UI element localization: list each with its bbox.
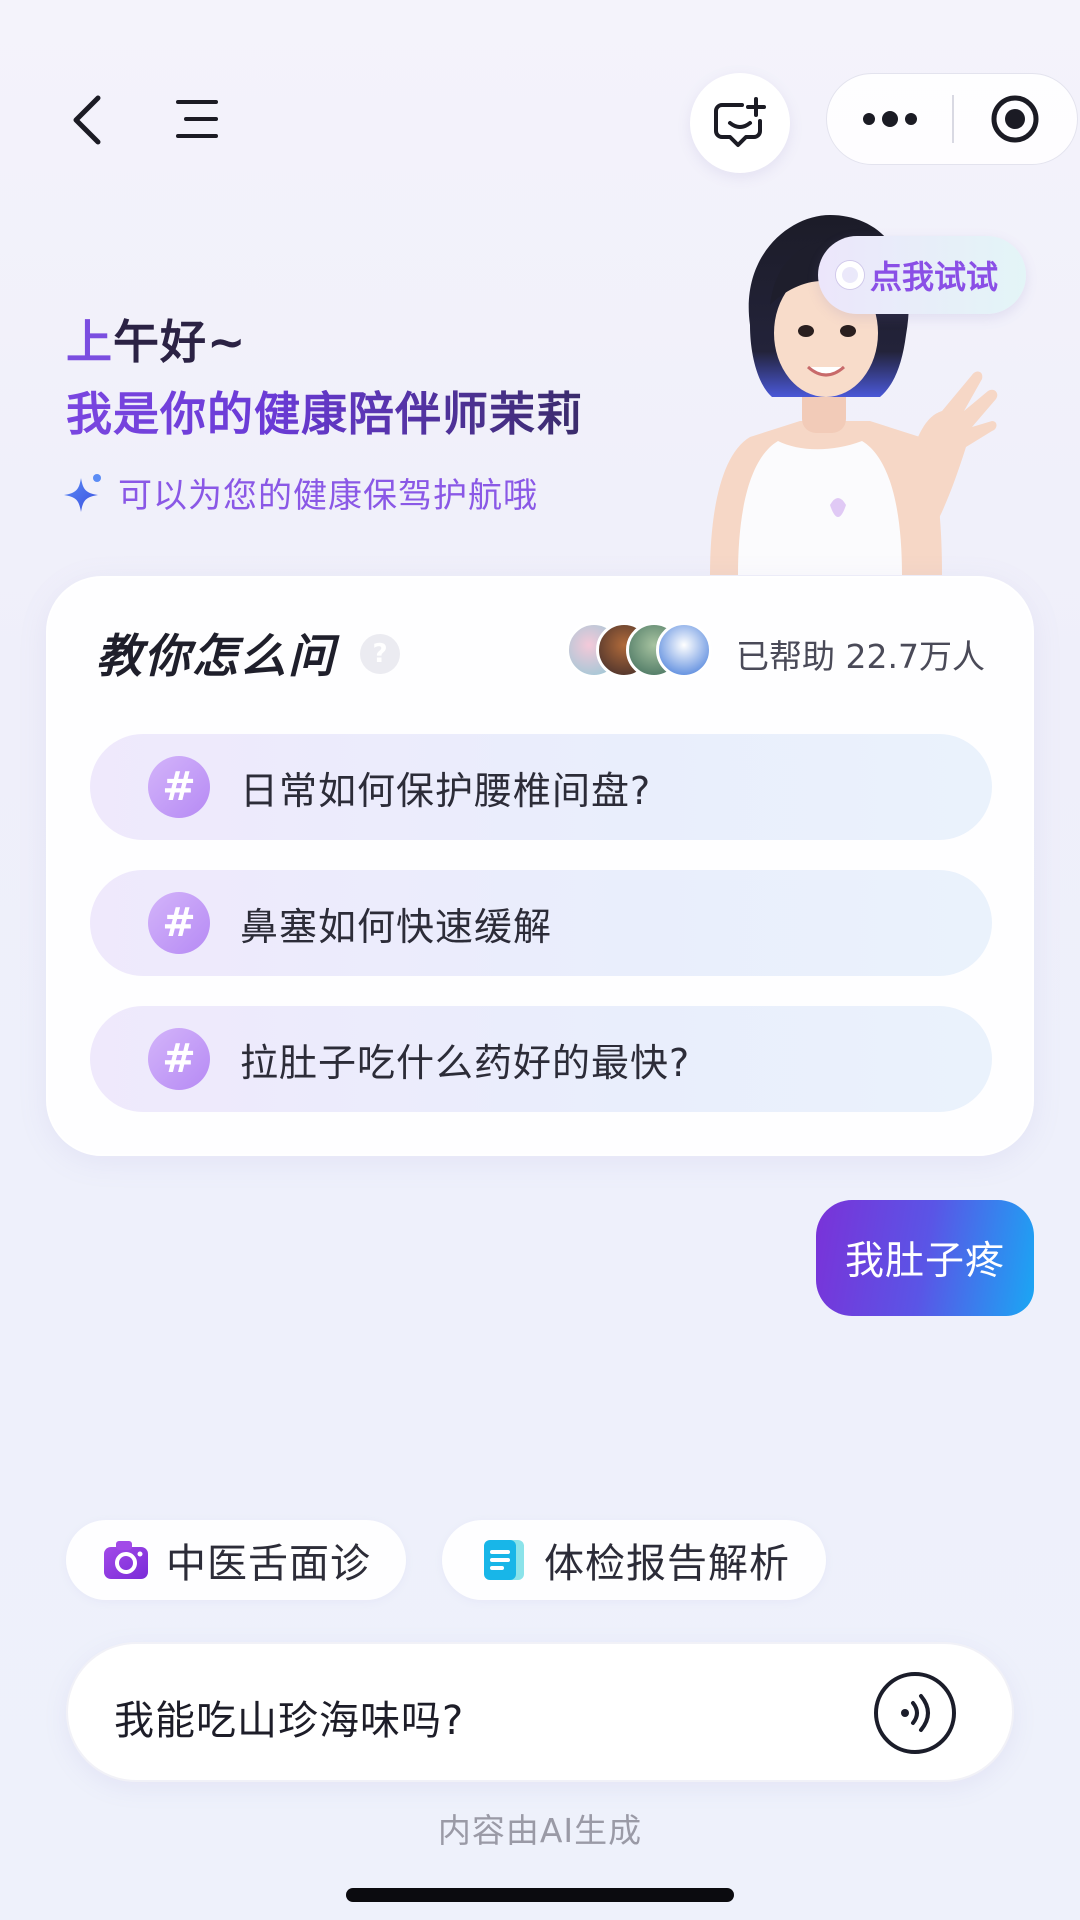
message-input[interactable]: 我能吃山珍海味吗? xyxy=(114,1688,464,1746)
tongue-face-diagnosis-label: 中医舌面诊 xyxy=(166,1541,371,1587)
help-icon[interactable]: ? xyxy=(360,634,400,674)
checkup-report-analysis-label: 体检报告解析 xyxy=(544,1541,790,1587)
helped-users-avatars xyxy=(566,622,716,678)
user-avatar xyxy=(656,622,712,678)
greeting-title: 上午好~ xyxy=(66,306,247,372)
mini-program-capsule xyxy=(826,73,1078,165)
more-dots-icon xyxy=(862,111,917,127)
more-button[interactable] xyxy=(827,74,952,164)
report-icon xyxy=(484,1540,524,1580)
suggested-question-text: 日常如何保护腰椎间盘? xyxy=(240,768,652,813)
hash-icon: # xyxy=(148,756,210,818)
assistant-intro: 我是你的健康陪伴师茉莉 xyxy=(66,378,583,444)
ring-icon xyxy=(836,261,864,289)
new-chat-icon xyxy=(714,97,766,147)
voice-waves-icon xyxy=(901,1694,930,1732)
helped-count: 已帮助 22.7万人 xyxy=(736,637,985,676)
try-me-button[interactable]: 点我试试 xyxy=(818,236,1026,314)
message-input-bar: 我能吃山珍海味吗? xyxy=(66,1642,1014,1782)
sparkle-icon xyxy=(64,473,101,512)
chevron-left-icon xyxy=(73,95,101,145)
suggested-question[interactable]: # 日常如何保护腰椎间盘? xyxy=(90,734,992,840)
greeting-subtitle-row: 可以为您的健康保驾护航哦 xyxy=(64,468,538,517)
voice-input-button[interactable] xyxy=(874,1672,956,1754)
menu-button[interactable] xyxy=(174,96,220,142)
close-mini-program-button[interactable] xyxy=(954,74,1077,164)
checkup-report-analysis-button[interactable]: 体检报告解析 xyxy=(442,1520,826,1600)
greeting-accent-char: 上 xyxy=(66,315,113,369)
card-title: 教你怎么问 xyxy=(96,629,336,683)
suggested-question-text: 鼻塞如何快速缓解 xyxy=(240,904,553,949)
suggested-question[interactable]: # 鼻塞如何快速缓解 xyxy=(90,870,992,976)
try-me-label: 点我试试 xyxy=(870,258,999,296)
suggested-question[interactable]: # 拉肚子吃什么药好的最快? xyxy=(90,1006,992,1112)
hamburger-icon xyxy=(176,100,218,138)
home-indicator[interactable] xyxy=(346,1888,734,1902)
target-icon xyxy=(991,95,1039,143)
tongue-face-diagnosis-button[interactable]: 中医舌面诊 xyxy=(66,1520,406,1600)
user-message-bubble: 我肚子疼 xyxy=(816,1200,1034,1316)
back-button[interactable] xyxy=(66,92,110,148)
greeting-subtitle: 可以为您的健康保驾护航哦 xyxy=(118,476,538,516)
suggested-question-text: 拉肚子吃什么药好的最快? xyxy=(240,1040,691,1085)
ask-guide-card: 教你怎么问 ? 已帮助 22.7万人 # 日常如何保护腰椎间盘? # 鼻塞如何快… xyxy=(46,576,1034,1156)
greeting-rest: 午好~ xyxy=(113,315,247,369)
new-chat-button[interactable] xyxy=(690,73,790,173)
camera-icon xyxy=(104,1541,148,1579)
ai-generated-note: 内容由AI生成 xyxy=(437,1811,643,1850)
hash-icon: # xyxy=(148,892,210,954)
hash-icon: # xyxy=(148,1028,210,1090)
